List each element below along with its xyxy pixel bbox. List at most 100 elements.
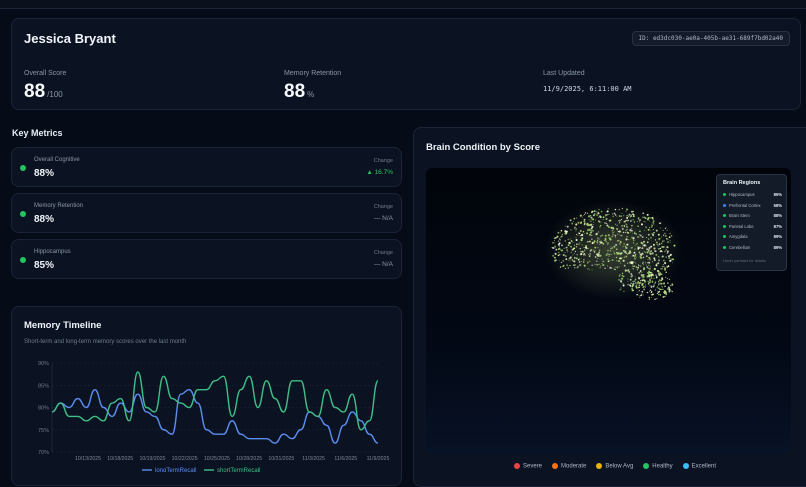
region-item[interactable]: Prefrontal Cortex 58% <box>723 202 782 211</box>
metric-label: Memory Retention <box>34 203 84 209</box>
x-tick-label: 10/13/2025 <box>75 456 101 462</box>
legend-item: Below Avg <box>596 463 633 470</box>
y-tick-label: 75% <box>38 428 49 434</box>
top-bar <box>0 0 806 9</box>
memory-retention-value: 88% <box>284 81 314 103</box>
region-score: 85% <box>773 192 782 197</box>
overall-score-number: 88 <box>24 81 46 102</box>
brain-glow <box>544 200 684 300</box>
legend-item: Excellent <box>682 463 716 470</box>
region-status-dot <box>723 224 726 228</box>
y-tick-label: 85% <box>38 383 49 389</box>
legend-item: Healthy <box>643 463 673 470</box>
region-score: 58% <box>773 202 782 208</box>
last-updated-label: Last Updated <box>543 70 585 77</box>
region-name: Parietal Lobe <box>729 223 754 229</box>
region-item[interactable]: Cerebellum 89% <box>723 244 782 253</box>
legend-item: Moderate <box>552 463 586 470</box>
brain-title: Brain Condition by Score <box>426 142 541 153</box>
patient-name: Jessica Bryant <box>24 31 116 46</box>
legend-label: Severe <box>523 463 543 470</box>
region-score: 88% <box>773 213 782 218</box>
region-name: Prefrontal Cortex <box>729 202 761 208</box>
region-name: Cerebellum <box>729 244 751 250</box>
last-updated-value: 11/9/2025, 6:11:00 AM <box>543 85 632 93</box>
region-status-dot <box>723 235 726 238</box>
x-tick-label: 11/9/2025 <box>367 456 390 462</box>
status-dot <box>20 165 26 171</box>
overall-score-unit: /100 <box>47 90 63 99</box>
metric-label: Hippocampus <box>34 249 71 255</box>
legend-item: Severe <box>514 463 542 470</box>
change-label: Change <box>373 204 393 210</box>
change-label: Change <box>373 158 393 164</box>
change-label: Change <box>373 250 393 256</box>
series-line-longTermRecall <box>51 388 379 444</box>
metric-value: 85% <box>34 260 55 271</box>
region-name: Brain Stem <box>729 213 750 218</box>
change-value: — N/A <box>373 261 393 268</box>
metric-card-memory-retention[interactable]: Memory Retention 88% Change — N/A <box>11 193 402 233</box>
timeline-title: Memory Timeline <box>24 320 102 331</box>
memory-timeline-chart[interactable]: 90% 85% 80% 75% 70% 10/13/2025 10/18/2025 10/19… <box>12 351 401 472</box>
change-value: ▲ 16.7% <box>366 169 393 176</box>
regions-hint: Hover particles for details <box>723 259 766 263</box>
score-legend: Severe Moderate Below Avg Healthy Excellent <box>514 463 726 471</box>
legend-label: shortTermRecall <box>217 468 260 472</box>
status-dot <box>20 257 26 263</box>
legend-label: Healthy <box>652 463 673 470</box>
change-value: — N/A <box>373 215 393 222</box>
x-tick-label: 11/3/2025 <box>302 456 325 462</box>
region-item[interactable]: Parietal Lobe 87% <box>723 223 782 232</box>
region-item[interactable]: Hippocampus 85% <box>723 191 782 200</box>
legend-label: longTermRecall <box>155 468 196 472</box>
x-tick-label: 10/25/2025 <box>204 456 230 462</box>
patient-header-card: Jessica Bryant ID: ed3dc030-ae0a-405b-ae… <box>11 18 801 110</box>
region-score: 89% <box>773 234 782 239</box>
brain-regions-panel: Brain Regions Hippocampus 85% Prefrontal C… <box>716 174 787 271</box>
overall-score-label: Overall Score <box>24 70 67 77</box>
region-status-dot <box>723 193 726 196</box>
region-status-dot <box>723 245 726 249</box>
metric-value: 88% <box>34 168 55 179</box>
x-tick-label: 10/31/2025 <box>268 456 294 462</box>
legend-dot <box>643 463 650 469</box>
memory-retention-label: Memory Retention <box>284 70 342 77</box>
memory-retention-number: 88 <box>284 81 306 102</box>
legend-dot <box>682 463 689 469</box>
patient-id-badge: ID: ed3dc030-ae0a-405b-ae31-689f7bd02a40 <box>631 31 790 46</box>
region-status-dot <box>723 203 726 207</box>
key-metrics-title: Key Metrics <box>12 128 63 138</box>
memory-retention-unit: % <box>307 90 315 99</box>
metric-card-overall-cognitive[interactable]: Overall Cognitive 88% Change ▲ 16.7% <box>11 147 402 187</box>
regions-title: Brain Regions <box>723 180 761 186</box>
memory-timeline-card: Memory Timeline Short-term and long-term… <box>11 306 402 486</box>
region-name: Amygdala <box>729 234 748 239</box>
y-tick-label: 80% <box>38 406 49 412</box>
series-line-shortTermRecall <box>51 371 379 431</box>
region-score: 89% <box>773 244 782 250</box>
status-dot <box>20 211 26 217</box>
metric-value: 88% <box>34 214 55 225</box>
legend-dot <box>596 463 603 469</box>
x-tick-label: 10/19/2025 <box>139 456 165 462</box>
legend-label: Excellent <box>691 463 716 470</box>
region-status-dot <box>723 214 726 217</box>
x-tick-label: 10/28/2025 <box>236 456 262 462</box>
x-tick-label: 10/18/2025 <box>107 456 133 462</box>
legend-dot <box>514 463 520 469</box>
y-tick-label: 70% <box>38 450 49 456</box>
timeline-subtitle: Short-term and long-term memory scores o… <box>24 339 187 345</box>
x-tick-label: 10/22/2025 <box>172 456 198 462</box>
legend-dot <box>552 463 559 469</box>
legend-label: Below Avg <box>605 463 634 470</box>
legend-label: Moderate <box>561 463 587 470</box>
metric-card-hippocampus[interactable]: Hippocampus 85% Change — N/A <box>11 239 402 279</box>
y-tick-label: 90% <box>38 361 49 367</box>
x-tick-label: 11/6/2025 <box>334 456 357 462</box>
region-score: 87% <box>773 223 782 229</box>
region-name: Hippocampus <box>729 192 755 197</box>
region-item[interactable]: Amygdala 89% <box>723 233 782 242</box>
overall-score-value: 88/100 <box>24 81 63 103</box>
region-item[interactable]: Brain Stem 88% <box>723 212 782 221</box>
